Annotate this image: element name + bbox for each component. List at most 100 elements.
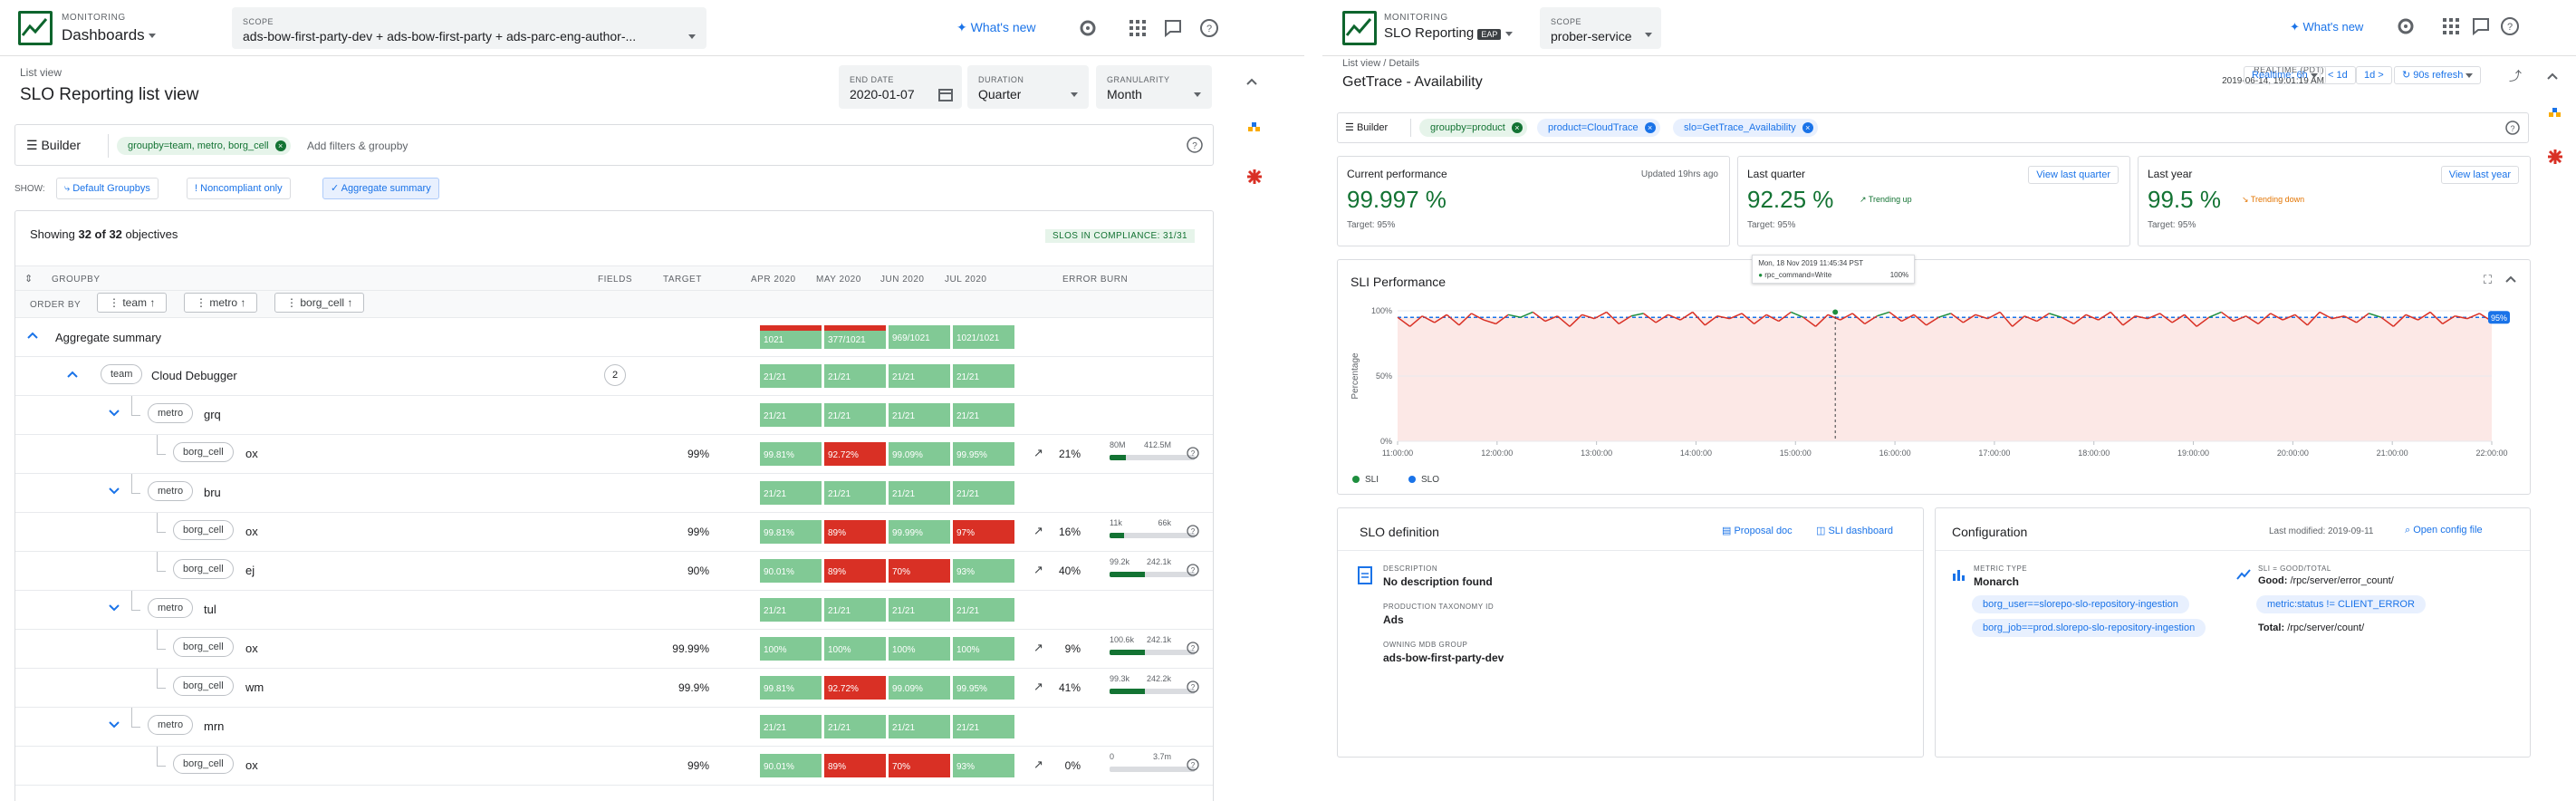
table-row[interactable]: borg_cell ox 99.99% 100% 100% 100% 100% ↗ 9% 100.… <box>15 630 1213 669</box>
table-row[interactable]: team Cloud Debugger 2 21/21 21/21 21/21 21/21 <box>15 357 1213 396</box>
incident-icon[interactable] <box>2547 149 2563 165</box>
month-compliance-cell[interactable]: 93% <box>953 754 1014 777</box>
filter-chip-product[interactable]: product=CloudTrace × <box>1537 119 1660 137</box>
month-compliance-cell[interactable]: 21/21 <box>889 403 950 427</box>
month-compliance-cell[interactable]: 89% <box>824 520 886 544</box>
table-row[interactable]: metro grq 21/21 21/21 21/21 21/21 <box>15 396 1213 435</box>
month-compliance-cell[interactable]: 21/21 <box>760 403 822 427</box>
whats-new-link[interactable]: ✦ What's new <box>2290 20 2363 34</box>
month-compliance-cell[interactable]: 70% <box>889 754 950 777</box>
month-compliance-cell[interactable]: 21/21 <box>824 598 886 622</box>
apps-grid-icon[interactable] <box>2441 16 2461 36</box>
month-compliance-cell[interactable]: 100% <box>824 637 886 661</box>
month-compliance-cell[interactable]: 21/21 <box>953 364 1014 388</box>
order-key-team[interactable]: ⋮ team ↑ <box>97 293 168 313</box>
app-switcher[interactable]: SLO Reporting EAP <box>1384 25 1513 41</box>
month-compliance-cell[interactable]: 21/21 <box>953 481 1014 505</box>
share-icon[interactable]: ⤴ <box>2509 67 2522 85</box>
month-compliance-cell[interactable]: 99.99% <box>889 520 950 544</box>
default-groupbys-toggle[interactable]: ⤷ Default Groupbys <box>56 178 159 199</box>
scope-selector[interactable]: SCOPE ads-bow-first-party-dev + ads-bow-… <box>232 7 706 49</box>
breadcrumb-list-view[interactable]: List view <box>1342 58 1380 69</box>
granularity-select[interactable]: GRANULARITY Month <box>1096 65 1212 109</box>
chevron-down-icon[interactable] <box>108 720 120 729</box>
month-compliance-cell[interactable]: 100% <box>889 637 950 661</box>
month-compliance-cell[interactable]: 969/1021 <box>889 325 950 349</box>
collapse-icon[interactable] <box>2504 273 2517 285</box>
month-compliance-cell[interactable]: 100% <box>953 637 1014 661</box>
table-row[interactable]: borg_cell ox 99% 99.81% 89% 99.99% 97% ↗ 16% 11k 6… <box>15 513 1213 552</box>
month-compliance-cell[interactable]: 89% <box>824 754 886 777</box>
order-key-metro[interactable]: ⋮ metro ↑ <box>184 293 258 313</box>
trend-icon[interactable]: ↗ <box>1033 680 1043 694</box>
noncompliant-only-toggle[interactable]: ! Noncompliant only <box>187 178 291 199</box>
remove-chip-icon[interactable]: × <box>274 140 286 151</box>
proposal-doc-link[interactable]: ▤ Proposal doc <box>1722 525 1793 536</box>
chevron-down-icon[interactable] <box>108 409 120 418</box>
monitoring-logo-icon[interactable] <box>1342 11 1377 45</box>
trend-icon[interactable]: ↗ <box>1033 758 1043 772</box>
month-compliance-cell[interactable]: 377/1021 <box>824 325 886 349</box>
month-compliance-cell[interactable]: 99.81% <box>760 676 822 700</box>
remove-chip-icon[interactable]: × <box>1644 122 1656 133</box>
month-compliance-cell[interactable]: 21/21 <box>889 598 950 622</box>
fields-count-badge[interactable]: 2 <box>604 364 626 386</box>
table-row[interactable]: metro mrn 21/21 21/21 21/21 21/21 <box>15 708 1213 747</box>
month-compliance-cell[interactable]: 21/21 <box>824 403 886 427</box>
month-compliance-cell[interactable]: 99.09% <box>889 676 950 700</box>
month-compliance-cell[interactable]: 92.72% <box>824 442 886 466</box>
sidebar-tool-icon[interactable] <box>2547 105 2563 121</box>
info-icon[interactable]: ? <box>1186 446 1200 460</box>
month-compliance-cell[interactable]: 99.81% <box>760 520 822 544</box>
chevron-up-icon[interactable] <box>66 370 79 379</box>
month-compliance-cell[interactable]: 100% <box>760 637 822 661</box>
monitoring-logo-icon[interactable] <box>18 11 53 45</box>
whats-new-link[interactable]: ✦ What's new <box>956 20 1036 35</box>
table-row[interactable]: metro tul 21/21 21/21 21/21 21/21 <box>15 591 1213 630</box>
incident-icon[interactable] <box>1246 169 1263 185</box>
filter-chip-slo[interactable]: slo=GetTrace_Availability × <box>1673 119 1818 137</box>
month-compliance-cell[interactable]: 21/21 <box>760 598 822 622</box>
month-compliance-cell[interactable]: 97% <box>953 520 1014 544</box>
month-compliance-cell[interactable]: 92.72% <box>824 676 886 700</box>
month-compliance-cell[interactable]: 1021 <box>760 325 822 349</box>
month-compliance-cell[interactable]: 21/21 <box>953 403 1014 427</box>
sidebar-tool-icon[interactable] <box>1246 120 1263 136</box>
scope-selector[interactable]: SCOPE prober-service <box>1540 7 1661 49</box>
table-row[interactable]: borg_cell wm 99.9% 99.81% 92.72% 99.09% 99.95%… <box>15 669 1213 708</box>
end-date-picker[interactable]: END DATE 2020-01-07 <box>839 65 962 109</box>
sli-dashboard-link[interactable]: ◫ SLI dashboard <box>1816 525 1893 536</box>
trend-icon[interactable]: ↗ <box>1033 641 1043 655</box>
info-icon[interactable]: ? <box>1186 641 1200 655</box>
table-row[interactable]: borg_cell ox 99% 90.01% 89% 70% 93% ↗ 0% 0 3.7m? <box>15 747 1213 786</box>
sort-icon[interactable]: ⇕ <box>24 273 33 285</box>
table-row[interactable]: Aggregate summary 1021 377/1021 969/1021 102… <box>15 318 1213 357</box>
month-compliance-cell[interactable]: 21/21 <box>760 364 822 388</box>
view-last-quarter-button[interactable]: View last quarter <box>2028 166 2119 184</box>
chevron-up-icon[interactable] <box>26 331 39 340</box>
month-compliance-cell[interactable]: 93% <box>953 559 1014 583</box>
info-icon[interactable]: ? <box>1186 758 1200 772</box>
settings-gear-icon[interactable] <box>2396 16 2416 36</box>
open-config-link[interactable]: ⌕ Open config file <box>2405 525 2483 536</box>
aggregate-summary-toggle[interactable]: ✓ Aggregate summary <box>322 178 439 199</box>
add-filters-input[interactable]: Add filters & groupby <box>307 140 408 152</box>
month-compliance-cell[interactable]: 21/21 <box>824 715 886 738</box>
month-compliance-cell[interactable]: 90.01% <box>760 754 822 777</box>
month-compliance-cell[interactable]: 21/21 <box>760 715 822 738</box>
apps-grid-icon[interactable] <box>1128 18 1148 38</box>
trend-icon[interactable]: ↗ <box>1033 524 1043 538</box>
remove-chip-icon[interactable]: × <box>1511 122 1523 133</box>
remove-chip-icon[interactable]: × <box>1802 122 1813 133</box>
groupby-filter-chip[interactable]: groupby=team, metro, borg_cell × <box>117 137 291 155</box>
month-compliance-cell[interactable]: 21/21 <box>824 481 886 505</box>
info-icon[interactable]: ? <box>1186 563 1200 577</box>
table-row[interactable]: borg_cell ej 90% 90.01% 89% 70% 93% ↗ 40% 99.2k 24… <box>15 552 1213 591</box>
trend-icon[interactable]: ↗ <box>1033 563 1043 577</box>
refresh-button[interactable]: ↻ 90s refresh <box>2394 66 2482 84</box>
month-compliance-cell[interactable]: 21/21 <box>953 715 1014 738</box>
table-row[interactable]: borg_cell ox 99% 99.81% 92.72% 99.09% 99.95% ↗ 2… <box>15 435 1213 474</box>
collapse-panel-icon[interactable] <box>1245 74 1259 89</box>
help-icon[interactable]: ? <box>2504 120 2521 136</box>
chevron-down-icon[interactable] <box>108 603 120 613</box>
